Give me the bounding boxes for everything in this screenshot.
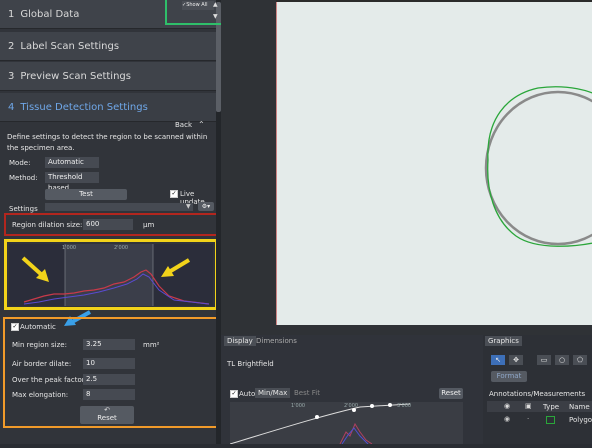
row-lock-icon[interactable]: ·: [527, 415, 529, 423]
auto-label: Auto: [239, 390, 256, 398]
live-update-checkbox[interactable]: ✓: [170, 190, 178, 198]
automatic-checkbox[interactable]: ✓: [11, 323, 19, 331]
show-all-label: Show All: [186, 2, 208, 8]
left-panel: 1 Global Data 2 Label Scan Settings 3 Previ…: [0, 0, 221, 444]
display-tick-3: 3'000: [397, 403, 412, 409]
lock-icon: ▣: [525, 402, 532, 410]
histogram-panel: [9, 244, 213, 306]
gear-icon[interactable]: ⚙▾: [198, 202, 214, 211]
histogram-tick-1: 1'000: [62, 245, 77, 251]
chevron-down-icon: ▼: [186, 203, 191, 210]
dilation-label: Region dilation size:: [12, 221, 83, 229]
air-border-label: Air border dilate:: [12, 360, 72, 368]
slide-image: [275, 0, 592, 325]
display-reset-button[interactable]: Reset: [439, 388, 463, 399]
dilation-unit: µm: [143, 221, 155, 229]
peak-factor-input[interactable]: 2.5: [83, 374, 135, 385]
col-type: Type: [543, 403, 560, 411]
automatic-label: Automatic: [20, 323, 56, 331]
display-tick-1: 1'000: [291, 403, 306, 409]
scroll-up-icon[interactable]: ▲: [213, 1, 218, 8]
air-border-input[interactable]: 10: [83, 358, 135, 369]
scroll-down-icon[interactable]: ▼: [213, 13, 218, 20]
annotations-label: Annotations/Measurements: [489, 390, 586, 398]
row-name: Polygon: [569, 416, 592, 424]
tab-display[interactable]: Display: [224, 336, 256, 346]
tissue-contour: [275, 0, 592, 325]
collapse-icon[interactable]: ⌃: [198, 120, 210, 130]
tab-best-fit[interactable]: Best Fit: [291, 388, 323, 398]
ellipse-tool-icon[interactable]: ○: [555, 355, 569, 365]
polygon-tool-icon[interactable]: ⬠: [573, 355, 587, 365]
max-elongation-input[interactable]: 8: [83, 389, 135, 400]
undo-icon: ↶: [104, 406, 110, 414]
reset-button[interactable]: ↶ Reset: [80, 406, 134, 424]
section-preview-scan[interactable]: 3 Preview Scan Settings: [0, 62, 216, 91]
tab-graphics[interactable]: Graphics: [485, 336, 522, 346]
back-button[interactable]: Back: [175, 121, 192, 129]
min-region-unit: mm²: [143, 341, 160, 349]
display-tick-2: 2'000: [344, 403, 359, 409]
section-tissue-detection[interactable]: 4 Tissue Detection Settings: [0, 93, 216, 122]
method-label: Method:: [9, 174, 38, 182]
reset-label: Reset: [97, 414, 117, 422]
show-all-toggle[interactable]: ✓Show All: [182, 1, 214, 10]
section-label-scan[interactable]: 2 Label Scan Settings: [0, 32, 216, 61]
mode-label: Mode:: [9, 159, 31, 167]
min-region-input[interactable]: 3.25: [83, 339, 135, 350]
description-text: Define settings to detect the region to …: [7, 133, 208, 152]
tab-minmax[interactable]: Min/Max: [255, 388, 291, 398]
mode-field[interactable]: Automatic: [45, 157, 99, 168]
min-region-label: Min region size:: [12, 341, 67, 349]
settings-dropdown[interactable]: [45, 203, 193, 211]
format-button[interactable]: Format: [491, 371, 527, 382]
select-tool-icon[interactable]: ↖: [491, 355, 505, 365]
histogram-tick-2: 2'000: [114, 245, 129, 251]
rectangle-tool-icon[interactable]: ▭: [537, 355, 551, 365]
col-name: Name: [569, 403, 590, 411]
eye-icon[interactable]: ◉: [504, 415, 510, 423]
auto-checkbox[interactable]: ✓: [230, 390, 238, 398]
histogram-graph: [21, 244, 210, 306]
polygon-type-icon: [546, 416, 555, 424]
pan-tool-icon[interactable]: ✥: [509, 355, 523, 365]
tab-dimensions[interactable]: Dimensions: [253, 336, 300, 346]
test-button[interactable]: Test: [45, 189, 127, 200]
settings-label: Settings: [9, 205, 38, 213]
visibility-icon: ◉: [504, 402, 511, 410]
peak-factor-label: Over the peak factor:: [12, 376, 87, 384]
method-field[interactable]: Threshold based: [45, 172, 99, 192]
channel-name: TL Brightfield: [227, 360, 274, 368]
display-panel: Display Dimensions TL Brightfield ✓ Auto…: [221, 335, 592, 445]
max-elongation-label: Max elongation:: [12, 391, 69, 399]
dilation-input[interactable]: 600: [83, 219, 133, 230]
